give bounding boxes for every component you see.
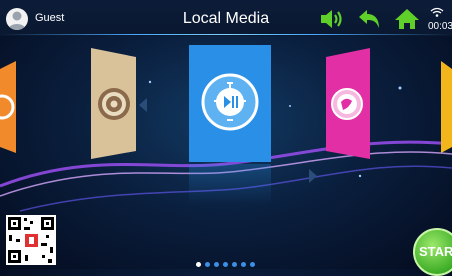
scroll-right-arrow[interactable] (309, 169, 317, 183)
header-divider (0, 34, 452, 35)
play-pause-icon (201, 73, 259, 131)
home-icon[interactable] (394, 8, 419, 30)
page-dot[interactable] (214, 262, 219, 267)
page-dot[interactable] (241, 262, 246, 267)
gear-icon (98, 88, 130, 120)
page-dot[interactable] (205, 262, 210, 267)
page-dot[interactable] (223, 262, 228, 267)
media-card-reflection (189, 164, 271, 204)
page-indicator (196, 262, 255, 267)
page-dot[interactable] (196, 262, 201, 267)
page-title: Local Media (182, 10, 270, 27)
left-edge-card[interactable] (0, 61, 16, 153)
page-dot[interactable] (232, 262, 237, 267)
wifi-icon (430, 4, 444, 17)
globe-icon (331, 88, 363, 120)
media-player-card[interactable] (189, 45, 271, 162)
speaker-icon[interactable] (319, 8, 343, 30)
app-carousel[interactable] (0, 36, 452, 269)
status-bar: Guest Local Media 00:03 (0, 0, 452, 36)
right-edge-card[interactable] (441, 61, 452, 153)
settings-card[interactable] (91, 48, 136, 159)
scroll-left-arrow[interactable] (139, 98, 147, 112)
back-arrow-icon[interactable] (357, 8, 381, 30)
page-dot[interactable] (250, 262, 255, 267)
start-button-label: START (419, 244, 452, 259)
qr-code (6, 215, 56, 265)
clock: 00:03 (428, 21, 452, 32)
browser-card[interactable] (326, 48, 370, 159)
